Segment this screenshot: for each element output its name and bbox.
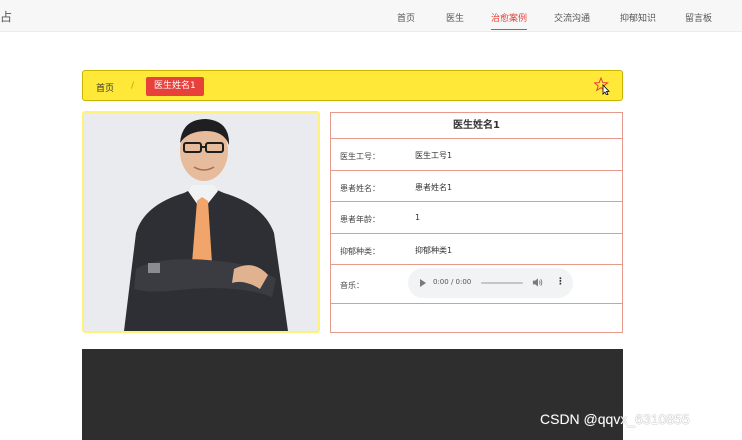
breadcrumb: 首页 / 医生姓名1 — [82, 70, 623, 101]
info-row-music: 音乐： 0:00 / 0:00 ⋮ — [331, 265, 622, 304]
doctor-name-heading: 医生姓名1 — [331, 113, 622, 139]
nav-home[interactable]: 首页 — [397, 11, 415, 24]
doctor-photo — [82, 111, 320, 333]
nav-doctors[interactable]: 医生 — [446, 11, 464, 24]
info-row-patient-age: 患者年龄： 1 — [331, 202, 622, 234]
nav-message-board[interactable]: 留言板 — [685, 11, 712, 24]
row-value: 抑郁种类1 — [415, 245, 453, 255]
row-label: 患者年龄： — [340, 215, 380, 224]
doctor-detail-table: 医生姓名1 医生工号： 医生工号1 患者姓名： 患者姓名1 患者年龄： 1 抑郁… — [330, 112, 623, 333]
audio-progress-slider[interactable] — [481, 282, 523, 284]
info-row-patient-name: 患者姓名： 患者姓名1 — [331, 171, 622, 202]
breadcrumb-current: 医生姓名1 — [146, 77, 204, 96]
nav-knowledge[interactable]: 抑郁知识 — [620, 11, 656, 24]
row-label: 患者姓名： — [340, 183, 380, 193]
more-options-icon[interactable]: ⋮ — [556, 277, 565, 287]
row-value: 医生工号1 — [415, 151, 453, 160]
nav-communication[interactable]: 交流沟通 — [554, 11, 590, 24]
volume-icon[interactable] — [532, 277, 543, 288]
row-value: 1 — [415, 213, 421, 222]
row-label: 医生工号： — [340, 152, 380, 161]
csdn-watermark: CSDN @qqvx_6310855 — [540, 411, 690, 427]
row-label: 音乐： — [340, 281, 364, 290]
nav-cases[interactable]: 治愈案例 — [491, 11, 528, 30]
site-title: 占 — [0, 10, 13, 24]
info-row-doctor-id: 医生工号： 医生工号1 — [331, 139, 622, 171]
info-row-depression-type: 抑郁种类： 抑郁种类1 — [331, 234, 622, 265]
audio-player[interactable]: 0:00 / 0:00 ⋮ — [408, 268, 573, 298]
play-icon[interactable] — [420, 279, 426, 287]
top-nav-bar: 占 首页 医生 治愈案例 交流沟通 抑郁知识 留言板 — [0, 0, 742, 32]
star-icon[interactable] — [594, 77, 612, 95]
audio-time: 0:00 / 0:00 — [433, 278, 472, 286]
breadcrumb-home-link[interactable]: 首页 — [96, 81, 114, 94]
breadcrumb-separator: / — [131, 81, 135, 91]
row-label: 抑郁种类： — [340, 246, 380, 256]
row-value: 患者姓名1 — [415, 182, 453, 192]
doctor-portrait-image — [84, 113, 318, 331]
